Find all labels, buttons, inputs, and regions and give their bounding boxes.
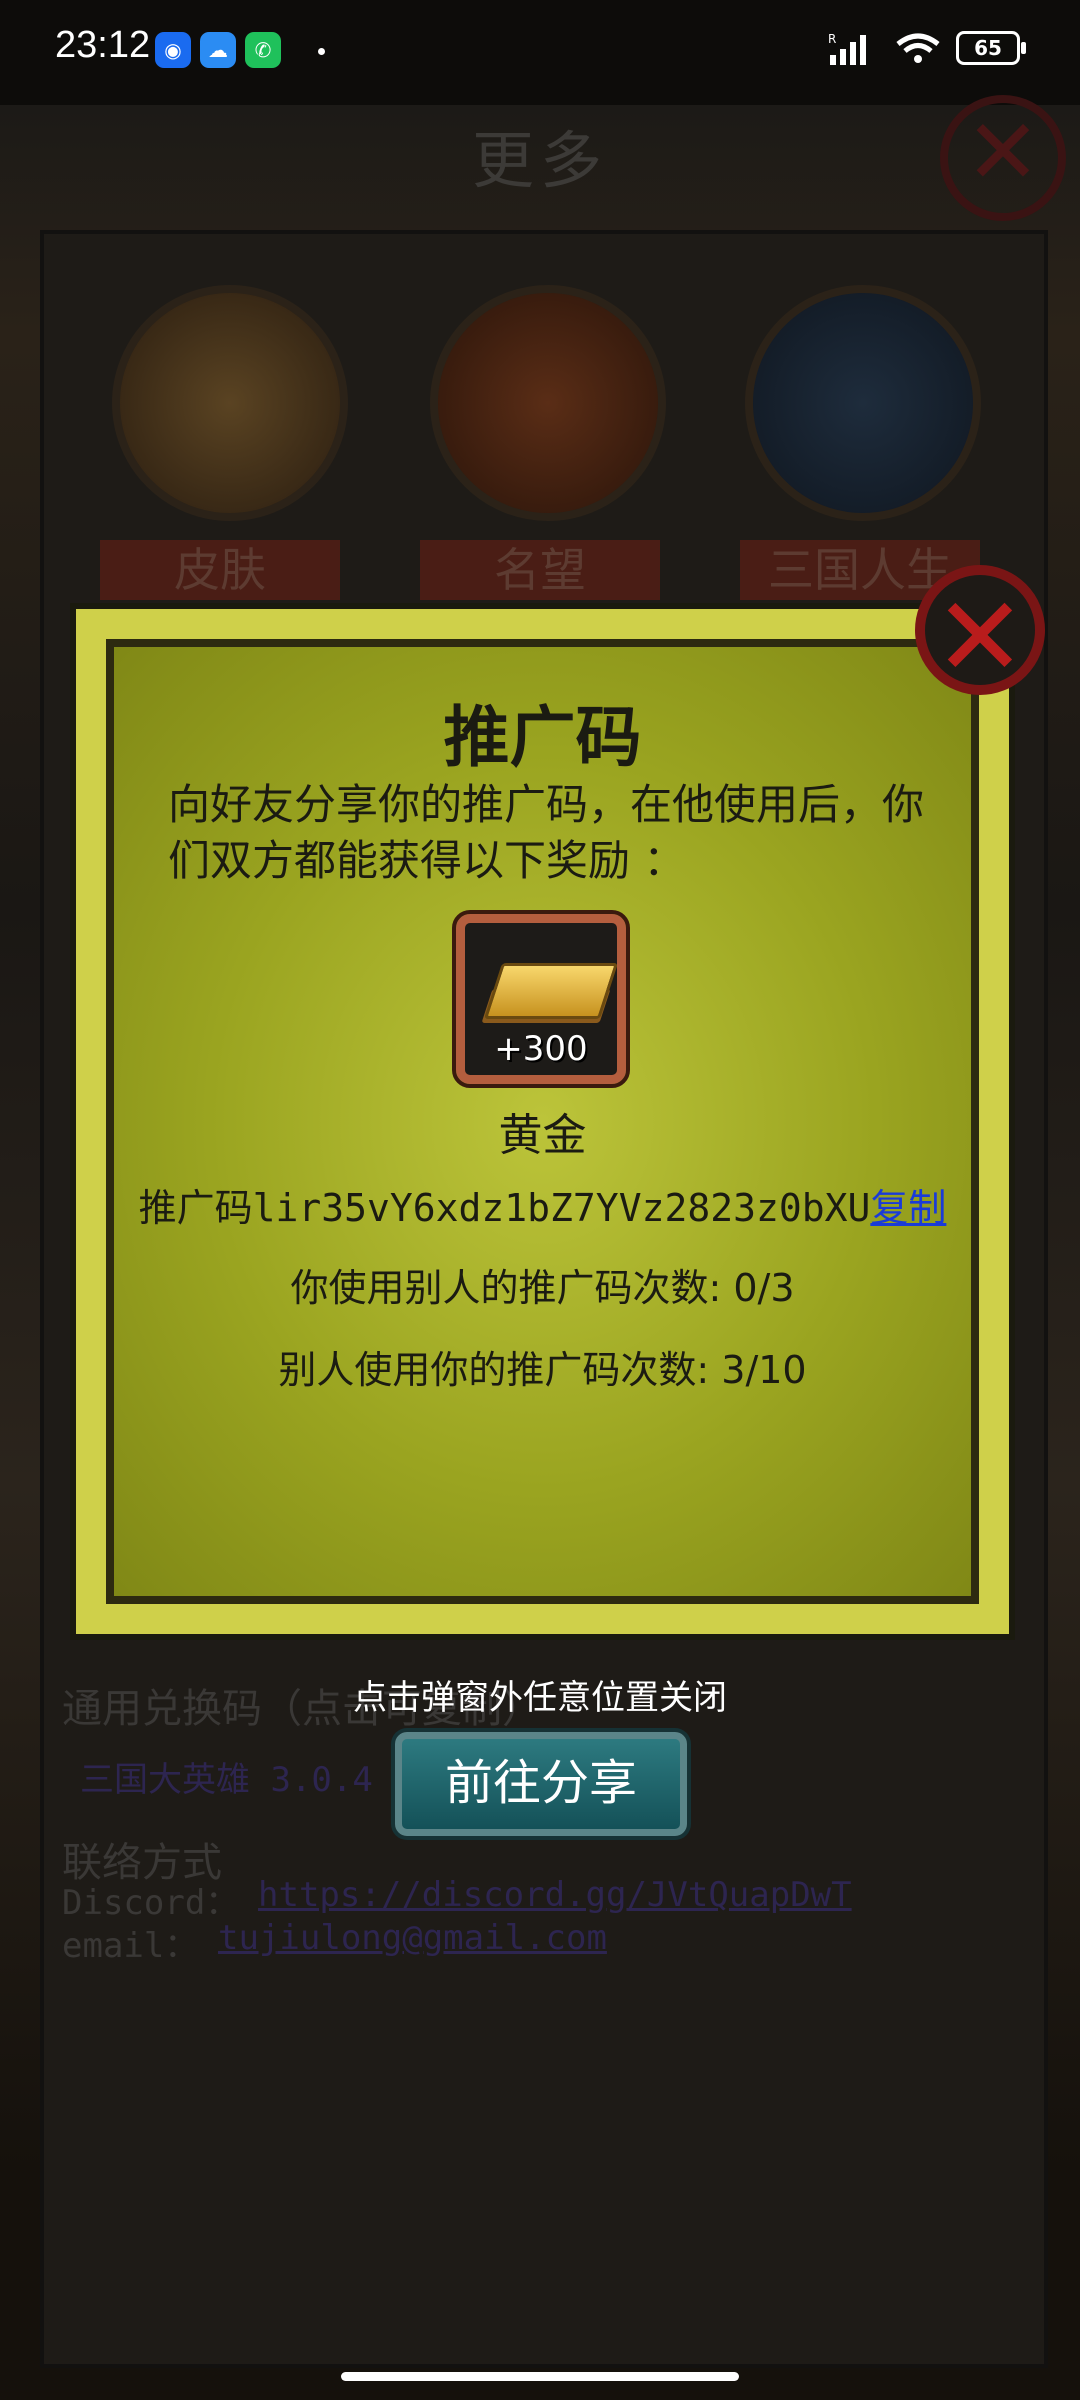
status-bar: 23:12 ◉ ☁ ✆ R 65	[0, 0, 1080, 105]
discord-link[interactable]: https://discord.gg/JVtQuapDwT	[258, 1875, 852, 1915]
dialog-title: 推广码	[443, 699, 642, 776]
life-avatar[interactable]	[745, 285, 981, 521]
email-label: email：	[62, 1926, 199, 1966]
app-notification-icon: ◉	[155, 32, 191, 68]
dialog-close-icon[interactable]: ✕	[915, 565, 1045, 700]
status-time: 23:12	[55, 24, 151, 66]
more-notifications-icon	[318, 48, 325, 55]
battery-icon: 65	[956, 31, 1026, 65]
page-title: 更多	[471, 124, 608, 197]
copy-link[interactable]: 复制	[870, 1186, 946, 1230]
svg-text:R: R	[828, 32, 836, 46]
referral-dialog: 推广码 向好友分享你的推广码，在他使用后，你们双方都能获得以下奖励 ： +300…	[70, 603, 1015, 1640]
referral-code-line: 推广码lir35vY6xdz1bZ7YVz2823z0bXU复制	[76, 1177, 1009, 1232]
dialog-description: 向好友分享你的推广码，在他使用后，你们双方都能获得以下奖励 ：	[168, 780, 925, 885]
background-close-icon[interactable]: ✕	[940, 95, 1066, 221]
home-indicator[interactable]	[341, 2372, 739, 2381]
reward-amount: +300	[494, 1029, 588, 1069]
close-hint: 点击弹窗外任意位置关闭	[353, 1678, 727, 1718]
used-others-count: 你使用别人的推广码次数: 0/3	[290, 1266, 795, 1310]
phone-notification-icon: ✆	[245, 32, 281, 68]
referral-code-value: lir35vY6xdz1bZ7YVz2823z0bXU	[252, 1186, 871, 1230]
email-link[interactable]: tujiulong@gmail.com	[218, 1918, 607, 1958]
redeem-code[interactable]: 三国大英雄 3.0.4	[80, 1752, 373, 1801]
tab-skin[interactable]: 皮肤	[100, 540, 340, 600]
wifi-icon	[896, 33, 940, 63]
reward-name: 黄金	[498, 1110, 587, 1161]
signal-icon: R	[828, 32, 866, 65]
discord-label: Discord：	[62, 1883, 240, 1923]
tab-fame[interactable]: 名望	[420, 540, 660, 600]
skin-avatar[interactable]	[112, 285, 348, 521]
reward-item: +300	[452, 910, 630, 1088]
fame-avatar[interactable]	[430, 285, 666, 521]
status-icons: R 65	[828, 30, 1026, 66]
others-used-count: 别人使用你的推广码次数: 3/10	[278, 1348, 807, 1392]
referral-code-label: 推广码	[138, 1186, 253, 1230]
share-button[interactable]: 前往分享	[395, 1732, 687, 1836]
cloud-notification-icon: ☁	[200, 32, 236, 68]
gold-bar-icon	[483, 963, 619, 1019]
